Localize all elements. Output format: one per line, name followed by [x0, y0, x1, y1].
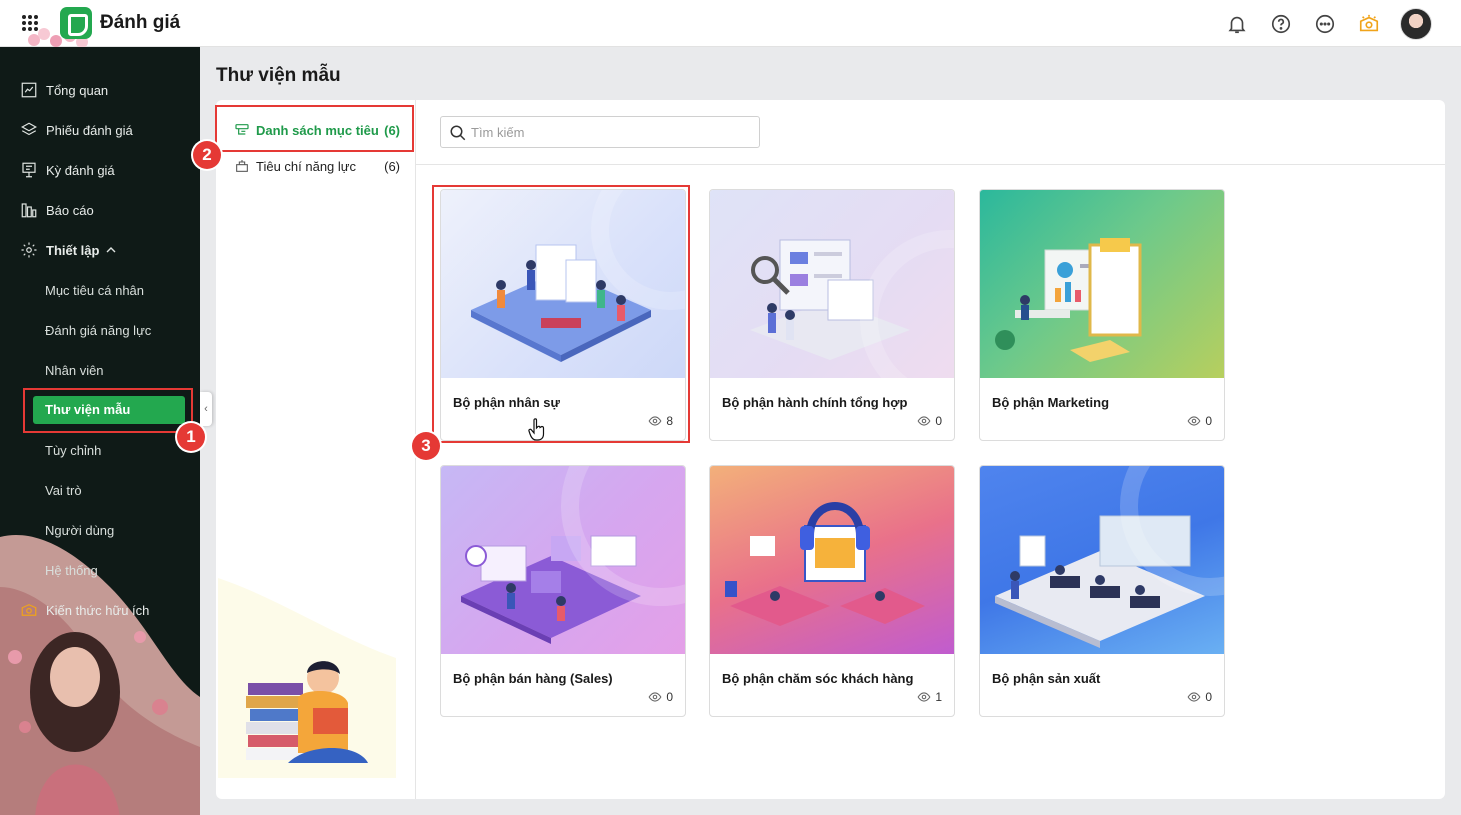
template-card-marketing[interactable]: Bộ phận Marketing 0	[979, 189, 1225, 441]
view-count-value: 0	[666, 690, 673, 704]
help-icon[interactable]	[1270, 13, 1292, 35]
more-icon[interactable]	[1314, 13, 1336, 35]
hand-cursor-icon	[528, 418, 545, 441]
header-divider	[416, 164, 1445, 165]
gear-icon	[21, 242, 37, 258]
card-title: Bộ phận Marketing	[992, 395, 1110, 410]
women-day-decoration	[0, 535, 200, 815]
user-avatar[interactable]	[1400, 8, 1432, 40]
template-card-production[interactable]: Bộ phận sản xuất 0	[979, 465, 1225, 717]
card-illustration	[710, 466, 954, 654]
template-card-sales[interactable]: Bộ phận bán hàng (Sales) 0	[440, 465, 686, 717]
sidebar-subitem-personal-goals[interactable]: Mục tiêu cá nhân	[45, 283, 144, 298]
view-count-value: 0	[935, 414, 942, 428]
view-count: 0	[917, 414, 942, 428]
card-title: Bộ phận hành chính tổng hợp	[722, 395, 908, 410]
view-count: 1	[917, 690, 942, 704]
top-bar: Đánh giá	[0, 0, 1461, 48]
highlight-box-goal-list	[215, 105, 414, 152]
search-icon	[450, 125, 466, 141]
view-count: 0	[648, 690, 673, 704]
sidebar-item-label: Phiếu đánh giá	[46, 122, 133, 138]
view-count: 0	[1187, 690, 1212, 704]
card-title: Bộ phận sản xuất	[992, 671, 1101, 686]
card-illustration	[710, 190, 954, 378]
card-illustration	[980, 190, 1224, 378]
layers-icon	[21, 122, 37, 136]
category-competency-criteria[interactable]: Tiêu chí năng lực (6)	[234, 154, 400, 178]
sidebar-item-knowledge[interactable]: Kiến thức hữu ích	[20, 598, 149, 622]
card-title: Bộ phận chăm sóc khách hàng	[722, 671, 914, 686]
chevron-up-icon	[106, 247, 116, 253]
sidebar-item-overview[interactable]: Tổng quan	[20, 78, 108, 102]
sidebar-subitem-competency-evaluation[interactable]: Đánh giá năng lực	[45, 323, 151, 338]
knowledge-icon[interactable]	[1358, 13, 1380, 35]
eye-icon	[1187, 416, 1201, 426]
sidebar-subitem-employees[interactable]: Nhân viên	[45, 363, 104, 378]
step-badge-3: 3	[412, 432, 440, 460]
eye-icon	[917, 692, 931, 702]
view-count-value: 1	[935, 690, 942, 704]
eye-icon	[1187, 692, 1201, 702]
search-input[interactable]	[471, 123, 751, 141]
library-panel: Danh sách mục tiêu (6) Tiêu chí năng lực…	[216, 100, 1445, 799]
highlight-box-library	[23, 388, 193, 433]
page-title: Thư viện mẫu	[216, 65, 341, 86]
eye-icon	[648, 692, 662, 702]
view-count-value: 0	[1205, 414, 1212, 428]
sidebar-item-evaluation-periods[interactable]: Kỳ đánh giá	[20, 158, 115, 182]
search-box	[440, 116, 760, 148]
bell-icon[interactable]	[1226, 13, 1248, 35]
sidebar-collapse-button[interactable]: ‹	[200, 392, 212, 426]
app-title: Đánh giá	[100, 12, 181, 33]
lightbulb-icon	[21, 604, 37, 616]
sidebar-item-label: Kiến thức hữu ích	[46, 602, 150, 618]
sidebar-subitem-roles[interactable]: Vai trò	[45, 483, 82, 498]
card-illustration	[980, 466, 1224, 654]
criteria-icon	[236, 160, 248, 172]
sidebar-subitem-customize[interactable]: Tùy chỉnh	[45, 443, 101, 458]
chart-icon	[21, 82, 37, 98]
eye-icon	[917, 416, 931, 426]
sidebar-item-label: Báo cáo	[46, 202, 94, 218]
sidebar-item-settings[interactable]: Thiết lập	[20, 238, 125, 262]
view-count: 0	[1187, 414, 1212, 428]
template-card-admin[interactable]: Bộ phận hành chính tổng hợp 0	[709, 189, 955, 441]
card-title: Bộ phận bán hàng (Sales)	[453, 671, 613, 686]
sidebar-item-label: Thiết lập	[46, 242, 100, 258]
category-count: (6)	[384, 158, 400, 174]
highlight-box-hr-card	[432, 185, 690, 443]
card-illustration	[441, 466, 685, 654]
sidebar-item-label: Tổng quan	[46, 82, 109, 98]
sidebar-subitem-system[interactable]: Hệ thống	[45, 563, 98, 578]
report-icon	[21, 203, 37, 218]
step-badge-2: 2	[193, 141, 221, 169]
sidebar-item-reports[interactable]: Báo cáo	[20, 198, 94, 222]
sidebar-subitem-users[interactable]: Người dùng	[45, 523, 114, 538]
sidebar-item-label: Kỳ đánh giá	[46, 162, 115, 178]
period-icon	[22, 162, 36, 178]
category-label: Tiêu chí năng lực	[256, 158, 356, 174]
reading-illustration	[218, 578, 396, 778]
sidebar-item-evaluation-forms[interactable]: Phiếu đánh giá	[20, 118, 133, 142]
app-logo	[60, 7, 92, 39]
template-card-customer-care[interactable]: Bộ phận chăm sóc khách hàng 1	[709, 465, 955, 717]
view-count-value: 0	[1205, 690, 1212, 704]
step-badge-1: 1	[177, 423, 205, 451]
